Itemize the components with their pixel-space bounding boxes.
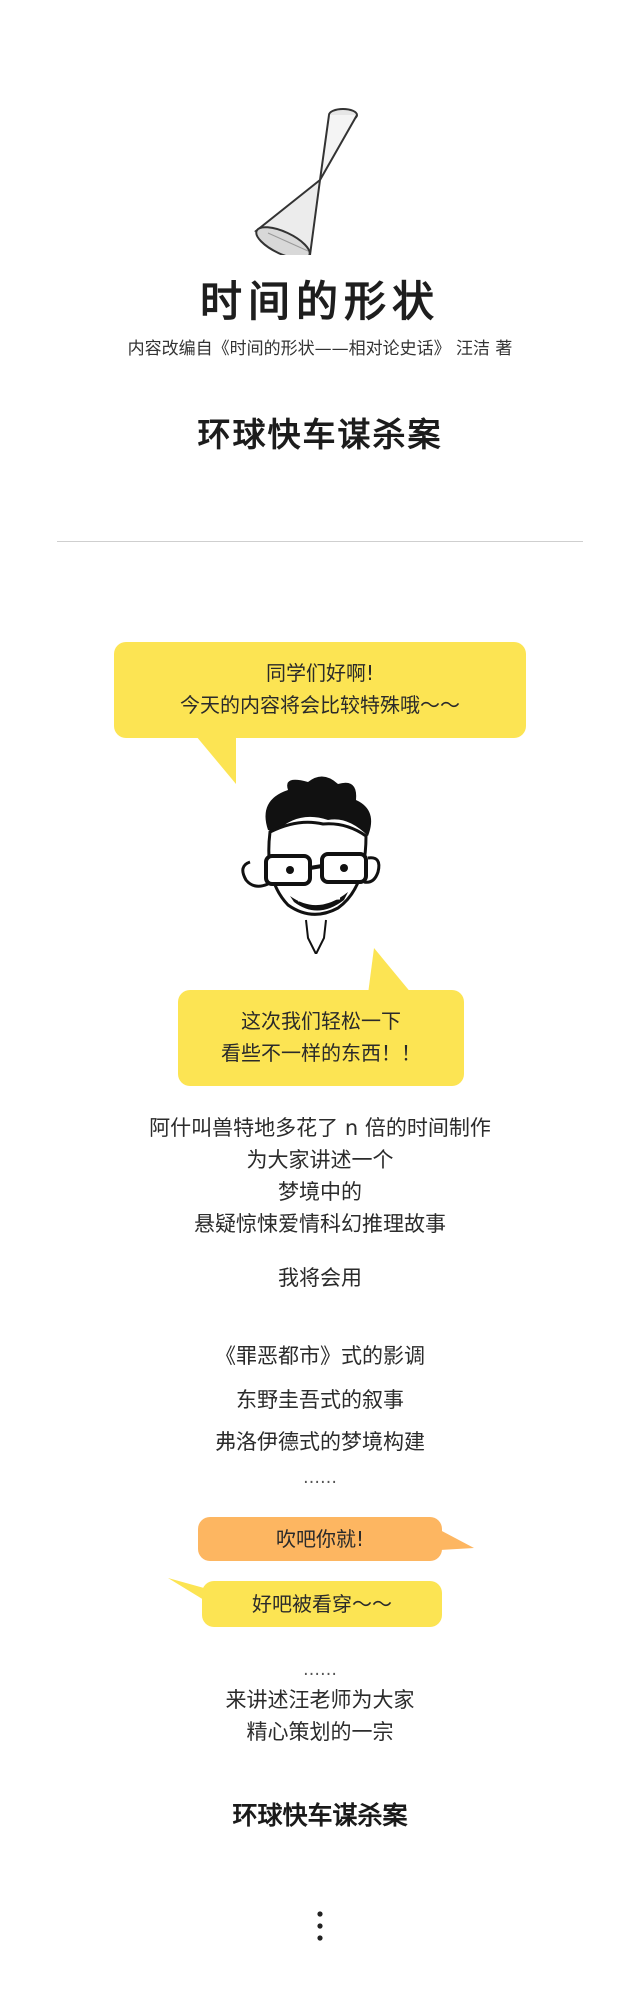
relax-bubble: 这次我们轻松一下 看些不一样的东西！！	[178, 990, 464, 1086]
story-line: 悬疑惊悚爱情科幻推理故事	[194, 1212, 446, 1236]
relax-bubble-tail	[368, 948, 412, 994]
story-line: 来讲述汪老师为大家	[225, 1688, 415, 1712]
closing-case-title: 环球快车谋杀案	[232, 1801, 408, 1830]
story-line: 阿什叫兽特地多花了 n 倍的时间制作	[149, 1116, 491, 1140]
brag-bubble: 吹吧你就!	[198, 1517, 442, 1561]
relax-line-2: 看些不一样的东西！！	[221, 1041, 421, 1065]
story-paragraph-2: 我将会用	[278, 1266, 362, 1290]
relax-line-1: 这次我们轻松一下	[241, 1009, 401, 1033]
story-line: 梦境中的	[278, 1180, 362, 1204]
story-line: 精心策划的一宗	[246, 1720, 394, 1744]
greeting-line-1: 同学们好啊!	[265, 661, 375, 685]
story-paragraph-1: 阿什叫兽特地多花了 n 倍的时间制作 为大家讲述一个 梦境中的 悬疑惊悚爱情科幻…	[0, 1112, 640, 1240]
ellipsis: ……	[303, 1468, 337, 1488]
vertical-dots-icon	[317, 1911, 323, 1941]
page-title: 时间的形状	[199, 277, 440, 326]
case-title: 环球快车谋杀案	[197, 415, 443, 454]
style-list-item: 东野圭吾式的叙事	[236, 1388, 404, 1412]
caught-bubble: 好吧被看穿～～	[202, 1581, 442, 1627]
style-list-item: 弗洛伊德式的梦境构建	[215, 1430, 425, 1454]
story-line: 为大家讲述一个	[246, 1148, 394, 1172]
greeting-bubble: 同学们好啊! 今天的内容将会比较特殊哦～～	[114, 642, 526, 738]
caught-bubble-tail	[168, 1578, 204, 1600]
header-divider	[57, 541, 583, 542]
brag-bubble-tail	[440, 1530, 474, 1550]
hourglass-icon	[254, 108, 358, 255]
style-list-item: 《罪恶都市》式的影调	[215, 1344, 425, 1368]
cartoon-teacher-face	[241, 776, 381, 954]
ellipsis: ……	[303, 1660, 337, 1680]
page-subtitle: 内容改编自《时间的形状——相对论史话》 汪洁 著	[127, 339, 513, 359]
greeting-line-2: 今天的内容将会比较特殊哦～～	[180, 693, 460, 717]
story-paragraph-3: 来讲述汪老师为大家 精心策划的一宗	[0, 1684, 640, 1748]
